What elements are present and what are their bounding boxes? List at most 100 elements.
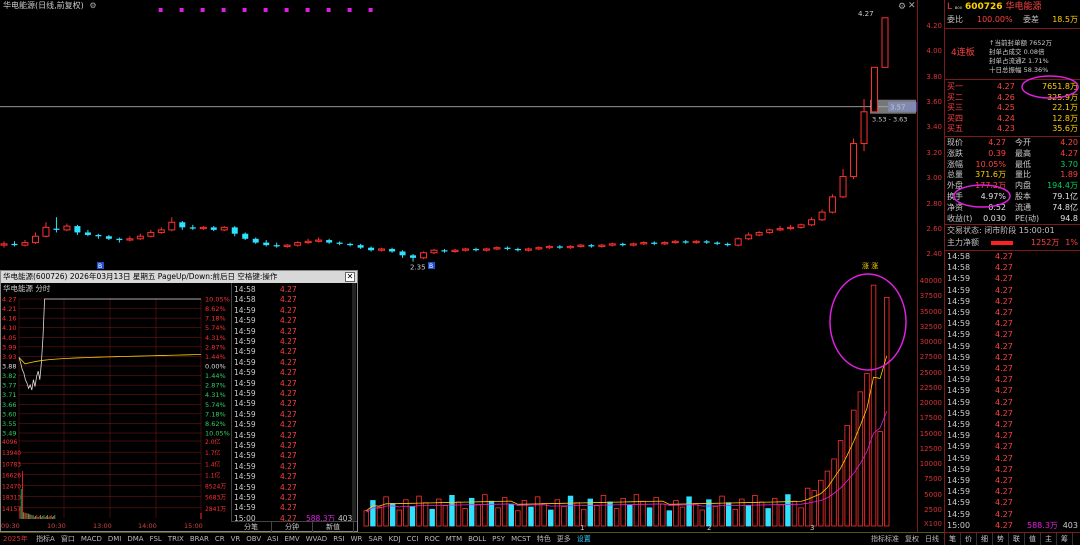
tick-row[interactable]: 14:59 4.27 <box>234 493 354 503</box>
indicator-tab-brar[interactable]: BRAR <box>187 533 212 545</box>
tick-row[interactable]: 14:59 4.27 <box>947 364 1078 374</box>
indicator-tab-emv[interactable]: EMV <box>281 533 302 545</box>
indicator-tab-boll[interactable]: BOLL <box>465 533 489 545</box>
close-icon[interactable]: ✕ <box>908 1 916 11</box>
tick-row[interactable]: 14:59 4.27 <box>234 431 354 441</box>
indicator-tab-trix[interactable]: TRIX <box>165 533 187 545</box>
indicator-tab-wr[interactable]: WR <box>348 533 366 545</box>
tick-row[interactable]: 14:59 4.27 <box>234 410 354 420</box>
intraday-popup[interactable]: 华电能源(600726) 2026年03月13日 星期五 PageUp/Down… <box>0 270 358 532</box>
indicator-tab-更多[interactable]: 更多 <box>554 533 574 545</box>
indicator-tab-cci[interactable]: CCI <box>404 533 422 545</box>
tick-row[interactable]: 14:59 4.27 <box>234 503 354 513</box>
indicator-tab-macd[interactable]: MACD <box>78 533 105 545</box>
tick-row[interactable]: 14:59 4.27 <box>947 498 1078 508</box>
quote-bottom-tab[interactable]: 价 <box>961 533 977 545</box>
indicator-right-tab[interactable]: 指标标准 <box>868 533 902 545</box>
popup-close-icon[interactable]: ✕ <box>345 272 355 282</box>
tick-row[interactable]: 14:59 4.27 <box>234 389 354 399</box>
intraday-chart[interactable]: 4.27 10.05% 4.21 8.62% 4.16 7.18% 4.10 5.74% 4.0… <box>1 283 231 521</box>
popup-tabs[interactable]: 分笔 分钟 新值 <box>231 521 357 532</box>
quote-bottom-tab[interactable]: 笔 <box>945 533 961 545</box>
indicator-tab-dma[interactable]: DMA <box>124 533 146 545</box>
tick-row[interactable]: 14:59 4.27 <box>947 297 1078 307</box>
popup-title[interactable]: 华电能源(600726) 2026年03月13日 星期五 PageUp/Down… <box>1 271 357 283</box>
indicator-tab-窗口[interactable]: 窗口 <box>58 533 78 545</box>
indicator-tab-cr[interactable]: CR <box>212 533 228 545</box>
tick-row[interactable]: 14:59 4.27 <box>947 342 1078 352</box>
quote-bottom-tabs[interactable]: 笔价细势联值主筹 <box>945 532 1080 545</box>
indicator-tab-kdj[interactable]: KDJ <box>386 533 404 545</box>
tick-row[interactable]: 14:59 4.27 <box>947 274 1078 284</box>
tick-row[interactable]: 14:58 4.27 <box>234 295 354 305</box>
quote-bottom-tab[interactable]: 联 <box>1009 533 1025 545</box>
tick-row[interactable]: 14:59 4.27 <box>234 399 354 409</box>
indicator-right-tab[interactable]: 日线 <box>922 533 942 545</box>
kline-chart[interactable]: ▪▪▪▪▪▪▪▪▪▪▪3.573.53 - 3.634.272.35BB涨 涨 <box>0 0 917 272</box>
tick-row[interactable]: 14:59 4.27 <box>947 454 1078 464</box>
indicator-tab-roc[interactable]: ROC <box>421 533 442 545</box>
indicator-tab-psy[interactable]: PSY <box>489 533 508 545</box>
indicator-tab-wvad[interactable]: WVAD <box>303 533 330 545</box>
quote-bottom-tab[interactable]: 值 <box>1025 533 1041 545</box>
indicator-tab-obv[interactable]: OBV <box>243 533 264 545</box>
tick-row[interactable]: 14:59 4.27 <box>947 409 1078 419</box>
popup-tab[interactable]: 分笔 <box>231 522 272 532</box>
tick-row[interactable]: 14:59 4.27 <box>947 487 1078 497</box>
indicator-tab-设置[interactable]: 设置 <box>574 533 594 545</box>
tick-row[interactable]: 14:59 4.27 <box>947 420 1078 430</box>
tick-row[interactable]: 14:59 4.27 <box>234 347 354 357</box>
indicator-tab-指标a[interactable]: 指标A <box>33 533 58 545</box>
kline-svg[interactable]: ▪▪▪▪▪▪▪▪▪▪▪3.573.53 - 3.634.272.35BB涨 涨 <box>0 0 917 272</box>
tick-scrollbar[interactable] <box>352 283 356 521</box>
settings-icon[interactable]: ⚙ <box>89 1 96 10</box>
indicator-tab-vr[interactable]: VR <box>228 533 244 545</box>
popup-tab[interactable]: 新值 <box>313 522 354 532</box>
indicator-right-tab[interactable]: 复权 <box>902 533 922 545</box>
tick-row[interactable]: 14:59 4.27 <box>947 308 1078 318</box>
tick-row[interactable]: 14:59 4.27 <box>234 451 354 461</box>
tick-row[interactable]: 14:59 4.27 <box>234 420 354 430</box>
tick-row[interactable]: 14:59 4.27 <box>947 442 1078 452</box>
indicator-tab-特色[interactable]: 特色 <box>534 533 554 545</box>
tick-row[interactable]: 14:59 4.27 <box>234 441 354 451</box>
indicator-tab-dmi[interactable]: DMI <box>105 533 125 545</box>
popup-tick-list[interactable]: 14:58 4.27 14:58 4.27 14:59 4.27 14:59 4.27 14:5… <box>231 283 356 523</box>
tick-row[interactable]: 14:59 4.27 <box>947 330 1078 340</box>
tick-row[interactable]: 14:59 4.27 <box>947 476 1078 486</box>
indicator-tab-fsl[interactable]: FSL <box>147 533 165 545</box>
tick-row[interactable]: 14:59 4.27 <box>947 286 1078 296</box>
tick-row[interactable]: 14:59 4.27 <box>947 375 1078 385</box>
tick-row[interactable]: 14:59 4.27 <box>234 483 354 493</box>
tick-row[interactable]: 15:00 4.27 588.3万 403 <box>947 521 1078 531</box>
tick-row[interactable]: 14:58 4.27 <box>947 252 1078 262</box>
tick-row[interactable]: 14:58 4.27 <box>234 285 354 295</box>
tick-row[interactable]: 14:59 4.27 <box>234 306 354 316</box>
tick-row[interactable]: 14:59 4.27 <box>234 462 354 472</box>
tick-row[interactable]: 14:59 4.27 <box>234 358 354 368</box>
quote-bottom-tab[interactable]: 势 <box>993 533 1009 545</box>
quote-bottom-tab[interactable]: 细 <box>977 533 993 545</box>
tick-row[interactable]: 14:59 4.27 <box>947 319 1078 329</box>
popup-tab[interactable]: 分钟 <box>272 522 313 532</box>
tick-row[interactable]: 14:59 4.27 <box>234 379 354 389</box>
quote-bottom-tab[interactable]: 筹 <box>1057 533 1073 545</box>
tick-row[interactable]: 14:59 4.27 <box>947 398 1078 408</box>
indicator-tab-mcst[interactable]: MCST <box>508 533 534 545</box>
tick-row[interactable]: 14:59 4.27 <box>947 353 1078 363</box>
tick-row[interactable]: 14:59 4.27 <box>234 316 354 326</box>
tick-row[interactable]: 14:59 4.27 <box>947 510 1078 520</box>
tick-row[interactable]: 14:59 4.27 <box>234 368 354 378</box>
tick-row[interactable]: 14:59 4.27 <box>234 472 354 482</box>
indicator-tab-rsi[interactable]: RSI <box>330 533 347 545</box>
indicator-tab-asi[interactable]: ASI <box>264 533 281 545</box>
gear-icon[interactable]: ⚙ <box>898 2 906 12</box>
tick-row[interactable]: 14:58 4.27 <box>947 263 1078 273</box>
tick-row[interactable]: 14:59 4.27 <box>947 465 1078 475</box>
intraday-svg[interactable]: 4.27 10.05% 4.21 8.62% 4.16 7.18% 4.10 5.74% 4.0… <box>1 283 231 521</box>
tick-row[interactable]: 14:59 4.27 <box>234 327 354 337</box>
indicator-tab-mtm[interactable]: MTM <box>443 533 465 545</box>
tick-row[interactable]: 14:59 4.27 <box>947 386 1078 396</box>
tick-row[interactable]: 14:59 4.27 <box>947 431 1078 441</box>
indicator-tab-sar[interactable]: SAR <box>365 533 385 545</box>
